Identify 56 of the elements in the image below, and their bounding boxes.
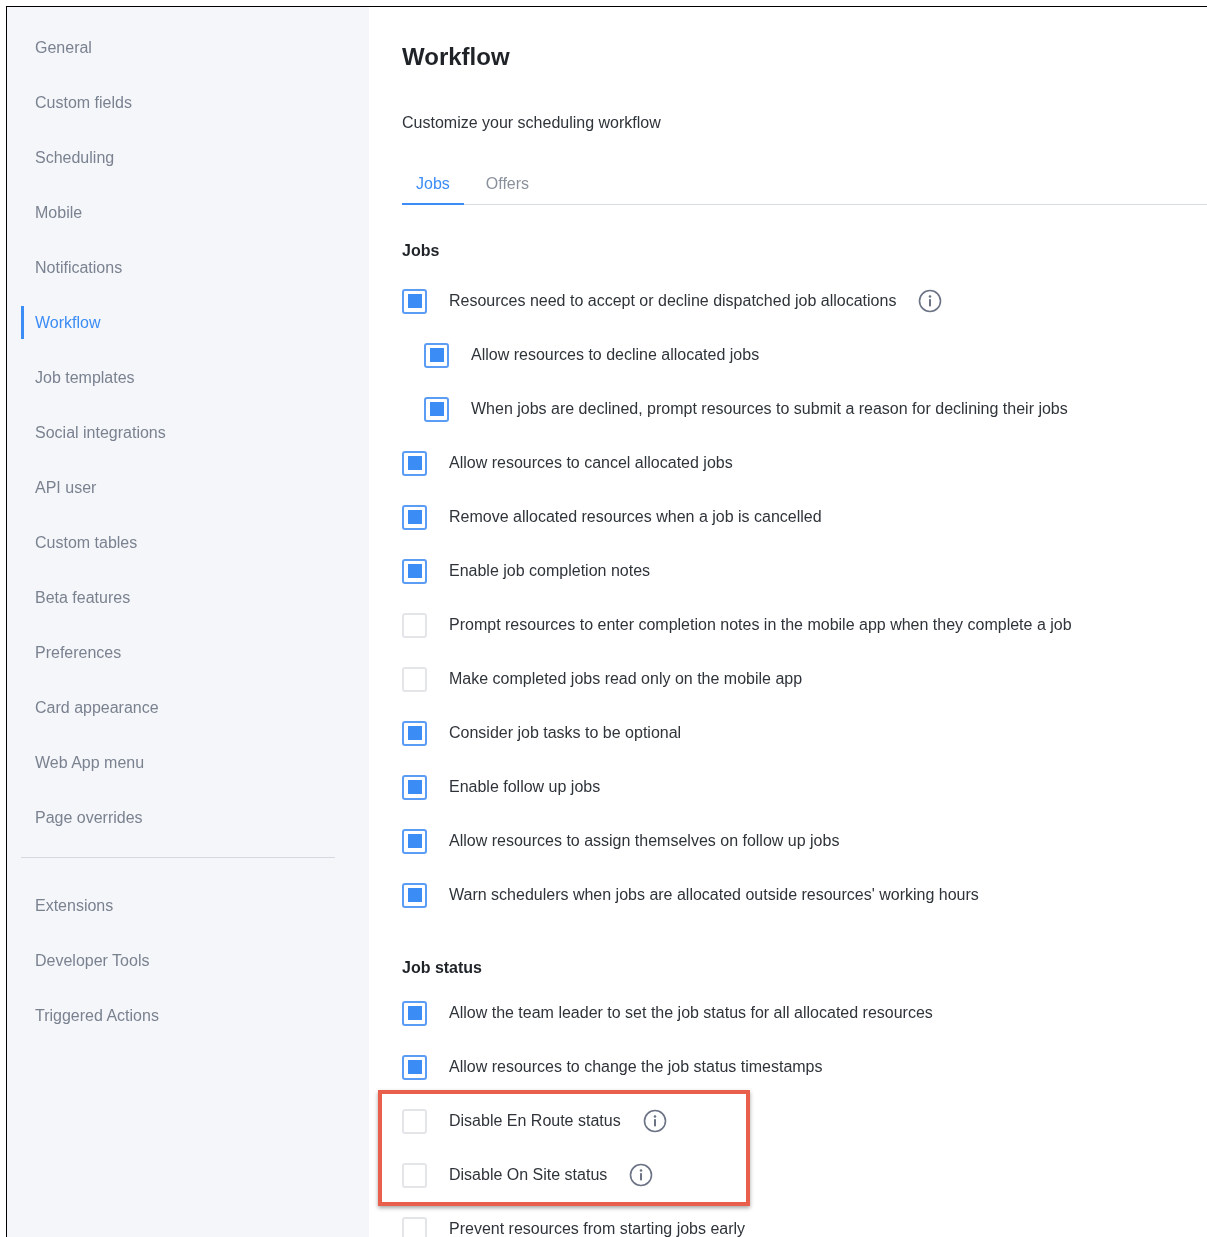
sidebar-item[interactable]: API user	[35, 475, 97, 500]
checkbox[interactable]	[402, 1054, 427, 1080]
checkbox-label: Disable On Site status	[449, 1165, 608, 1185]
sidebar-item[interactable]: Extensions	[35, 893, 114, 918]
checkbox[interactable]	[402, 828, 427, 854]
checkbox-label: Enable follow up jobs	[449, 777, 601, 797]
sidebar-item[interactable]: Developer Tools	[35, 948, 150, 973]
sidebar-item[interactable]: Beta features	[35, 585, 131, 610]
checkbox-label: Allow resources to change the job status timestamps	[449, 1057, 823, 1077]
checkbox[interactable]	[402, 774, 427, 800]
checkbox-label: Resources need to accept or decline dispatched job allocations	[449, 291, 897, 311]
page-title: Workflow	[402, 42, 511, 72]
sidebar-item[interactable]: Web App menu	[35, 750, 145, 775]
sidebar-item[interactable]: General	[35, 35, 92, 60]
checkbox-label: Make completed jobs read only on the mobile app	[449, 669, 803, 689]
checkbox-label: Allow resources to assign themselves on follow up jobs	[449, 831, 840, 851]
checkbox-label: Enable job completion notes	[449, 561, 651, 581]
section-heading: Jobs	[402, 241, 441, 261]
info-icon[interactable]	[642, 1109, 667, 1133]
sidebar-item[interactable]: Workflow	[35, 310, 101, 335]
sidebar-item[interactable]: Preferences	[35, 640, 122, 665]
sidebar-item[interactable]: Scheduling	[35, 145, 115, 170]
checkbox-label: Allow resources to cancel allocated jobs	[449, 453, 733, 473]
tab[interactable]: Offers	[463, 165, 552, 205]
sidebar-item[interactable]: Custom fields	[35, 90, 132, 115]
sidebar-item[interactable]: Mobile	[35, 200, 83, 225]
sidebar-item[interactable]: Page overrides	[35, 805, 143, 830]
checkbox[interactable]	[402, 288, 427, 314]
info-icon[interactable]	[918, 289, 943, 313]
section-heading: Job status	[402, 958, 483, 978]
checkbox-label: Allow the team leader to set the job status for all allocated resources	[449, 1003, 933, 1023]
sidebar-item[interactable]: Card appearance	[35, 695, 159, 720]
checkbox[interactable]	[402, 1000, 427, 1026]
sidebar-item[interactable]: Triggered Actions	[35, 1003, 159, 1028]
checkbox[interactable]	[402, 504, 427, 530]
page-subtitle: Customize your scheduling workflow	[402, 113, 662, 133]
sidebar-item[interactable]: Social integrations	[35, 420, 166, 445]
checkbox-label: Remove allocated resources when a job is cancelled	[449, 507, 822, 527]
checkbox[interactable]	[402, 558, 427, 584]
checkbox[interactable]	[402, 882, 427, 908]
checkbox-label: When jobs are declined, prompt resources to submit a reason for declining their jobs	[471, 399, 1068, 419]
checkbox-label: Allow resources to decline allocated jobs	[471, 345, 760, 365]
info-icon[interactable]	[629, 1163, 654, 1187]
checkbox-label: Consider job tasks to be optional	[449, 723, 682, 743]
sidebar-item[interactable]: Notifications	[35, 255, 123, 280]
checkbox[interactable]	[424, 396, 449, 422]
checkbox-label: Warn schedulers when jobs are allocated outside resources' working hours	[449, 885, 979, 905]
checkbox-label: Prevent resources from starting jobs early	[449, 1219, 746, 1237]
tab[interactable]: Jobs	[402, 165, 464, 205]
checkbox[interactable]	[424, 342, 449, 368]
sidebar-item[interactable]: Job templates	[35, 365, 135, 390]
checkbox-label: Prompt resources to enter completion notes in the mobile app when they complete a job	[449, 615, 1072, 635]
checkbox-label: Disable En Route status	[449, 1111, 621, 1131]
checkbox[interactable]	[402, 720, 427, 746]
checkbox[interactable]	[402, 450, 427, 476]
sidebar-item[interactable]: Custom tables	[35, 530, 138, 555]
